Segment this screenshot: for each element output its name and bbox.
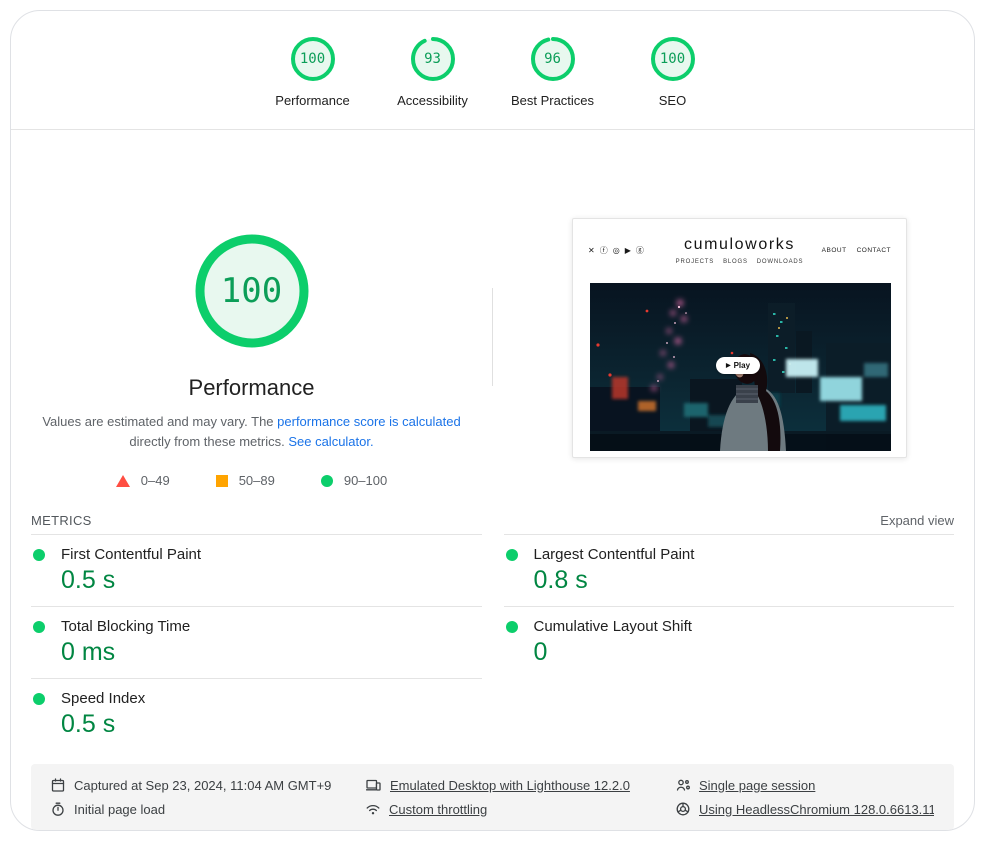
orange-square-icon [215,474,228,487]
metrics-header: METRICS Expand view [31,506,954,534]
big-performance-gauge: 100 [192,231,312,351]
metric-total-blocking-time: Total Blocking Time 0 ms [31,606,482,678]
throttle-icon [366,804,380,815]
metric-empty-cell [504,678,955,750]
gauge-best-practices: 96 [529,35,577,83]
score-value: 96 [544,51,561,67]
link-contact: CONTACT [856,247,891,254]
site-header: ✕ ⓕ ◎ ▶ ⓖ cumuloworks PROJECTS BLOGS DOW… [573,219,906,265]
performance-summary: 100 Performance Values are estimated and… [11,130,492,490]
metrics-grid: First Contentful Paint 0.5 s Largest Con… [31,534,954,750]
site-nav: PROJECTS BLOGS DOWNLOADS [676,259,804,265]
category-score-performance[interactable]: 100 Performance [259,35,367,108]
legend-range: 50–89 [238,473,275,489]
legend-fail: 0–49 [115,473,170,489]
site-logo-block: cumuloworks PROJECTS BLOGS DOWNLOADS [676,236,804,265]
performance-description: Values are estimated and may vary. The p… [40,412,464,452]
instagram-icon: ◎ [612,245,620,255]
score-label: Performance [275,93,350,108]
metric-first-contentful-paint: First Contentful Paint 0.5 s [31,534,482,606]
category-score-accessibility[interactable]: 93 Accessibility [379,35,487,108]
metric-label: First Contentful Paint [61,546,202,563]
legend-range: 0–49 [140,473,170,489]
play-label: Play [733,361,751,370]
metric-value: 0.5 s [61,710,116,738]
legend-average: 50–89 [215,473,275,489]
site-logo: cumuloworks [684,236,795,253]
metric-speed-index: Speed Index 0.5 s [31,678,482,750]
screenshot-panel: ✕ ⓕ ◎ ▶ ⓖ cumuloworks PROJECTS BLOGS DOW… [493,130,974,490]
desc-text: directly from these metrics. [129,434,289,450]
page-screenshot-thumbnail: ✕ ⓕ ◎ ▶ ⓖ cumuloworks PROJECTS BLOGS DOW… [572,218,907,458]
expand-view-toggle[interactable]: Expand view [880,513,954,528]
gauge-accessibility: 93 [409,35,457,83]
metric-label: Speed Index [61,690,146,707]
metric-value: 0.5 s [61,566,116,594]
score-value: 100 [299,51,326,67]
chromium-icon [676,802,690,816]
score-label: SEO [658,93,687,108]
legend-pass: 90–100 [320,473,388,489]
github-icon: ⓖ [635,245,644,255]
pass-dot-icon [33,548,45,561]
metric-value: 0.8 s [533,566,588,594]
session-type[interactable]: Single page session [676,778,934,793]
youtube-icon: ▶ [624,245,631,255]
pass-dot-icon [33,620,45,633]
pass-dot-icon [505,620,518,633]
metric-label: Largest Contentful Paint [533,546,695,563]
category-score-seo[interactable]: 100 SEO [619,35,727,108]
metric-label: Cumulative Layout Shift [533,618,692,635]
emulated-device[interactable]: Emulated Desktop with Lighthouse 12.2.0 [366,778,676,793]
score-value: 93 [424,51,441,67]
performance-section: 100 Performance Values are estimated and… [11,130,974,490]
nav-projects: PROJECTS [675,259,715,265]
nav-downloads: DOWNLOADS [756,259,804,265]
page-load-type: Initial page load [51,802,366,817]
play-button: ▶ Play [716,357,760,374]
pass-dot-icon [505,548,518,561]
metric-largest-contentful-paint: Largest Contentful Paint 0.8 s [503,534,954,606]
performance-title: Performance [188,375,315,400]
link-about: ABOUT [821,247,847,254]
x-icon: ✕ [588,245,595,255]
metric-value: 0 ms [61,638,116,666]
hero-video-still: ▶ Play [590,283,891,451]
runtime-settings-footer: Captured at Sep 23, 2024, 11:04 AM GMT+9… [31,764,954,830]
gauge-performance: 100 [289,35,337,83]
site-social-icons: ✕ ⓕ ◎ ▶ ⓖ [588,245,676,255]
play-icon: ▶ [725,363,731,369]
green-circle-icon [320,474,333,487]
see-calculator-link[interactable]: See calculator. [288,434,373,449]
category-score-best-practices[interactable]: 96 Best Practices [499,35,607,108]
calc-link[interactable]: performance score is calculated [277,414,461,429]
site-right-links: ABOUT CONTACT [803,247,891,254]
lighthouse-report: 100 Performance 93 Accessibility 96 Best… [10,10,975,831]
nav-blogs: BLOGS [723,259,748,265]
score-scale-legend: 0–49 50–89 90–100 [115,473,388,489]
metric-value: 0 [533,638,548,666]
metric-cumulative-layout-shift: Cumulative Layout Shift 0 [503,606,954,678]
score-value: 100 [659,51,686,67]
pass-dot-icon [33,692,45,705]
gauge-seo: 100 [649,35,697,83]
metrics-section: METRICS Expand view First Contentful Pai… [11,506,974,750]
score-label: Best Practices [510,93,595,108]
score-label: Accessibility [397,93,468,108]
stopwatch-icon [52,802,64,816]
big-score-value: 100 [220,271,283,311]
throttling-setting[interactable]: Custom throttling [366,802,676,817]
calendar-icon [51,778,65,792]
session-icon [676,779,690,791]
capture-time: Captured at Sep 23, 2024, 11:04 AM GMT+9 [51,778,366,793]
laptop-icon [366,779,381,791]
facebook-icon: ⓕ [599,245,608,255]
red-triangle-icon [115,474,130,487]
browser-version[interactable]: Using HeadlessChromium 128.0.6613.113 wi… [676,802,934,817]
metric-label: Total Blocking Time [61,618,191,635]
desc-text: Values are estimated and may vary. The [42,414,278,429]
category-scores-row: 100 Performance 93 Accessibility 96 Best… [11,11,974,108]
metrics-heading: METRICS [31,512,92,528]
legend-range: 90–100 [343,473,388,489]
